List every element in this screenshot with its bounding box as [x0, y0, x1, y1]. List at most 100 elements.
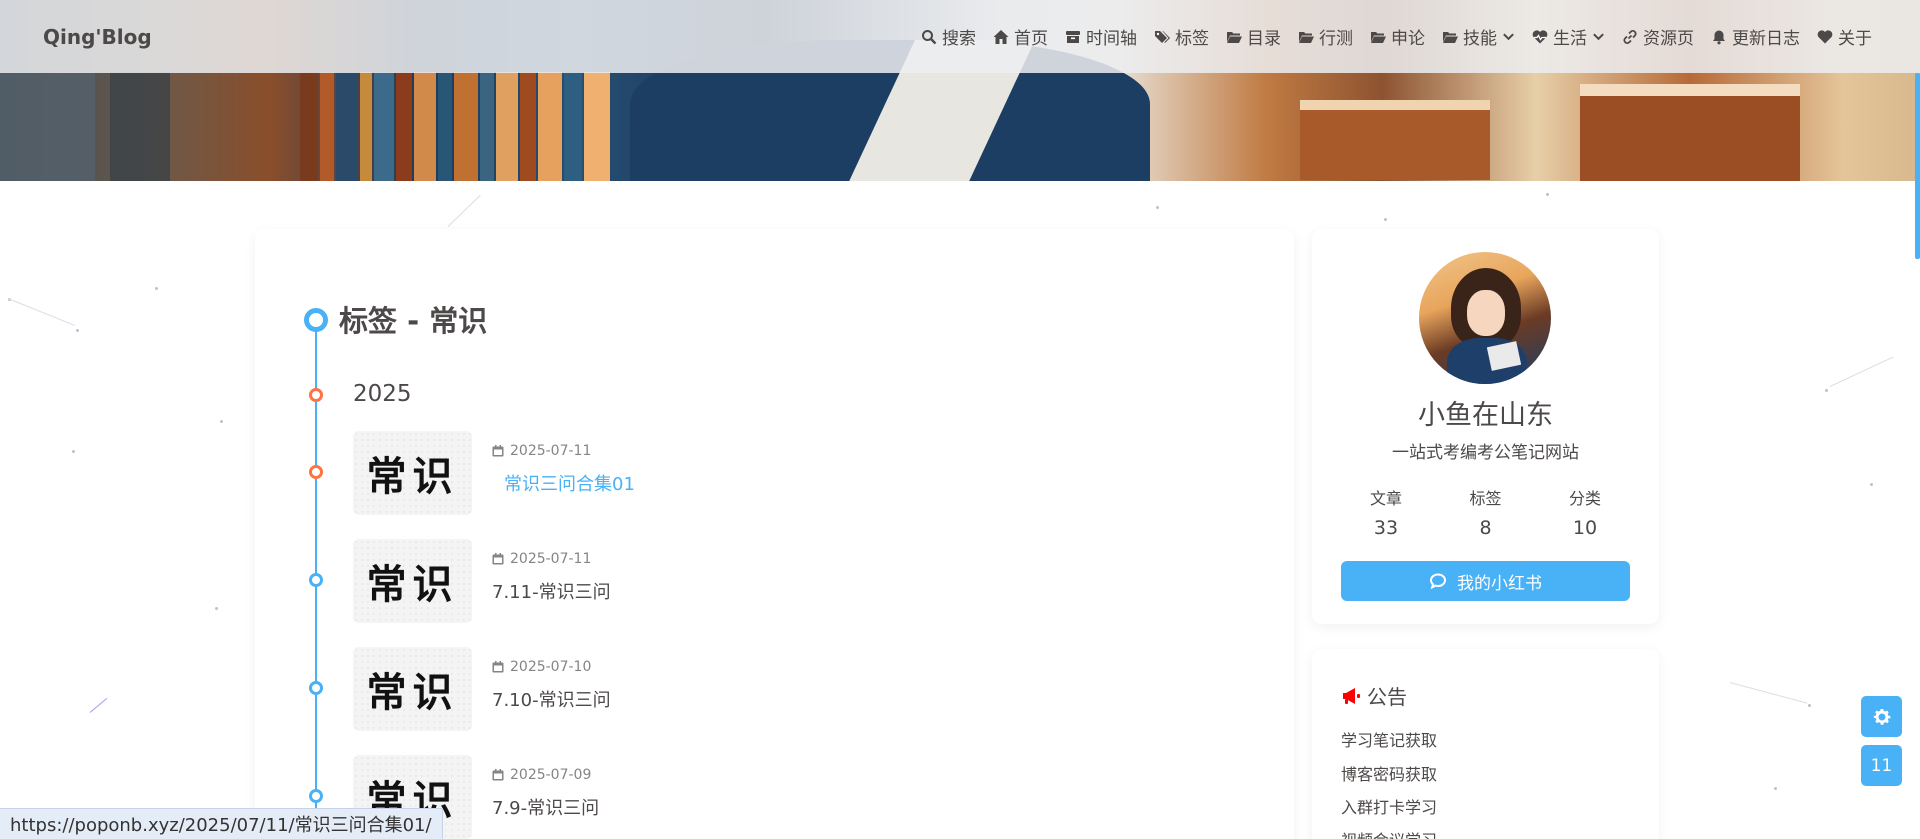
- folder-open-icon: [1299, 31, 1314, 43]
- post-item: 常识 2025-07-11 7.11-常识三问: [353, 539, 1053, 623]
- nav-item-tags[interactable]: 标签: [1154, 24, 1209, 49]
- bell-icon: [1713, 30, 1725, 44]
- announcement-header: 公告: [1341, 681, 1407, 710]
- timeline-post-dot: [309, 465, 323, 479]
- top-navbar: Qing'Blog 搜索 首页 时间轴 标签 目录 行测 申论 技能 生活 资源…: [0, 0, 1920, 73]
- stat-tags[interactable]: 标签 8: [1446, 485, 1526, 539]
- scrollbar-thumb[interactable]: [1915, 73, 1920, 259]
- post-date-text: 2025-07-10: [510, 659, 592, 675]
- tags-icon: [1155, 30, 1170, 43]
- nav-label: 搜索: [942, 29, 976, 49]
- nav-item-shenlun[interactable]: 申论: [1370, 24, 1425, 49]
- announcement-link[interactable]: 学习笔记获取: [1341, 727, 1437, 751]
- nav-label: 技能: [1463, 29, 1497, 49]
- comment-icon: [1429, 573, 1447, 590]
- post-title-link[interactable]: 7.11-常识三问: [492, 578, 611, 604]
- nav-item-changelog[interactable]: 更新日志: [1711, 24, 1800, 49]
- nav-label: 标签: [1175, 29, 1209, 49]
- nav-item-catalog[interactable]: 目录: [1226, 24, 1281, 49]
- nav-item-resources[interactable]: 资源页: [1622, 24, 1694, 49]
- stat-value: 33: [1373, 517, 1399, 539]
- heart-pulse-icon: [1532, 29, 1548, 43]
- calendar-icon: [492, 769, 504, 781]
- nav-label: 关于: [1838, 29, 1872, 49]
- search-icon: [922, 29, 937, 44]
- site-logo[interactable]: Qing'Blog: [43, 25, 152, 49]
- timeline-post-dot: [309, 573, 323, 587]
- nav-label: 更新日志: [1732, 29, 1800, 49]
- nav-label: 目录: [1247, 29, 1281, 49]
- post-date: 2025-07-11: [492, 551, 591, 567]
- nav-item-about[interactable]: 关于: [1817, 24, 1872, 49]
- announcement-card: 公告 学习笔记获取 博客密码获取 入群打卡学习 视频会议学习: [1312, 649, 1659, 839]
- post-title-link[interactable]: 7.10-常识三问: [492, 686, 611, 712]
- nav-item-search[interactable]: 搜索: [921, 24, 976, 49]
- nav-item-skills[interactable]: 技能: [1442, 24, 1515, 49]
- post-item: 常识 2025-07-09 7.9-常识三问: [353, 755, 1053, 839]
- timeline-year: 2025: [353, 381, 412, 407]
- link-icon: [1623, 29, 1637, 44]
- stat-label: 文章: [1369, 489, 1402, 508]
- home-icon: [993, 29, 1009, 44]
- nav-label: 资源页: [1643, 29, 1694, 49]
- stat-label: 标签: [1469, 489, 1502, 508]
- avatar[interactable]: [1419, 252, 1551, 384]
- nav-menu: 搜索 首页 时间轴 标签 目录 行测 申论 技能 生活 资源页 更新日志 关于: [921, 24, 1872, 49]
- announcement-link[interactable]: 入群打卡学习: [1341, 794, 1437, 818]
- author-card: 小鱼在山东 一站式考编考公笔记网站 文章 33 标签 8 分类 10 我的小红书: [1312, 229, 1659, 624]
- post-item: 常识 2025-07-10 7.10-常识三问: [353, 647, 1053, 731]
- nav-label: 申论: [1391, 29, 1425, 49]
- post-date: 2025-07-11: [492, 443, 591, 459]
- reading-progress-button[interactable]: 11: [1861, 745, 1902, 786]
- calendar-icon: [492, 553, 504, 565]
- nav-label: 行测: [1319, 29, 1353, 49]
- link-status-bar: https://poponb.xyz/2025/07/11/常识三问合集01/: [0, 808, 443, 839]
- stat-value: 8: [1479, 517, 1492, 539]
- post-date: 2025-07-09: [492, 767, 591, 783]
- stat-categories[interactable]: 分类 10: [1545, 485, 1625, 539]
- calendar-icon: [492, 661, 504, 673]
- stat-articles[interactable]: 文章 33: [1346, 485, 1426, 539]
- archive-icon: [1066, 30, 1080, 43]
- heart-icon: [1817, 29, 1833, 43]
- post-date: 2025-07-10: [492, 659, 591, 675]
- author-stats: 文章 33 标签 8 分类 10: [1336, 485, 1635, 539]
- nav-label: 首页: [1014, 29, 1048, 49]
- post-date-text: 2025-07-11: [510, 443, 592, 459]
- announcement-link[interactable]: 视频会议学习: [1341, 827, 1437, 839]
- post-thumbnail[interactable]: 常识: [353, 647, 472, 731]
- timeline-head-dot: [304, 308, 328, 332]
- gear-icon: [1873, 708, 1890, 725]
- announcement-title: 公告: [1367, 685, 1407, 709]
- nav-label: 时间轴: [1086, 29, 1137, 49]
- timeline-year-dot: [309, 388, 323, 402]
- nav-item-life[interactable]: 生活: [1532, 24, 1605, 49]
- nav-item-timeline[interactable]: 时间轴: [1065, 24, 1137, 49]
- timeline-post-dot: [309, 681, 323, 695]
- nav-item-home[interactable]: 首页: [993, 24, 1048, 49]
- post-title-link[interactable]: 常识三问合集01: [504, 470, 635, 496]
- folder-open-icon: [1371, 31, 1386, 43]
- post-date-text: 2025-07-09: [510, 767, 592, 783]
- page-title: 标签 - 常识: [339, 304, 488, 338]
- xiaohongshu-button[interactable]: 我的小红书: [1341, 561, 1630, 601]
- nav-label: 生活: [1553, 29, 1587, 49]
- post-title-link[interactable]: 7.9-常识三问: [492, 794, 599, 820]
- nav-item-xingce[interactable]: 行测: [1298, 24, 1353, 49]
- author-name: 小鱼在山东: [1418, 400, 1553, 431]
- post-thumbnail[interactable]: 常识: [353, 431, 472, 515]
- calendar-icon: [492, 445, 504, 457]
- chevron-down-icon: [1593, 33, 1604, 41]
- post-item: 常识 2025-07-11 常识三问合集01: [353, 431, 1053, 515]
- author-description: 一站式考编考公笔记网站: [1392, 443, 1579, 463]
- bullhorn-icon: [1343, 687, 1360, 704]
- stat-value: 10: [1572, 517, 1598, 539]
- folder-open-icon: [1227, 31, 1242, 43]
- settings-button[interactable]: [1861, 696, 1902, 737]
- post-thumbnail[interactable]: 常识: [353, 539, 472, 623]
- timeline-post-dot: [309, 789, 323, 803]
- folder-open-icon: [1443, 31, 1458, 43]
- announcement-link[interactable]: 博客密码获取: [1341, 761, 1437, 785]
- stat-label: 分类: [1568, 489, 1601, 508]
- chevron-down-icon: [1503, 33, 1514, 41]
